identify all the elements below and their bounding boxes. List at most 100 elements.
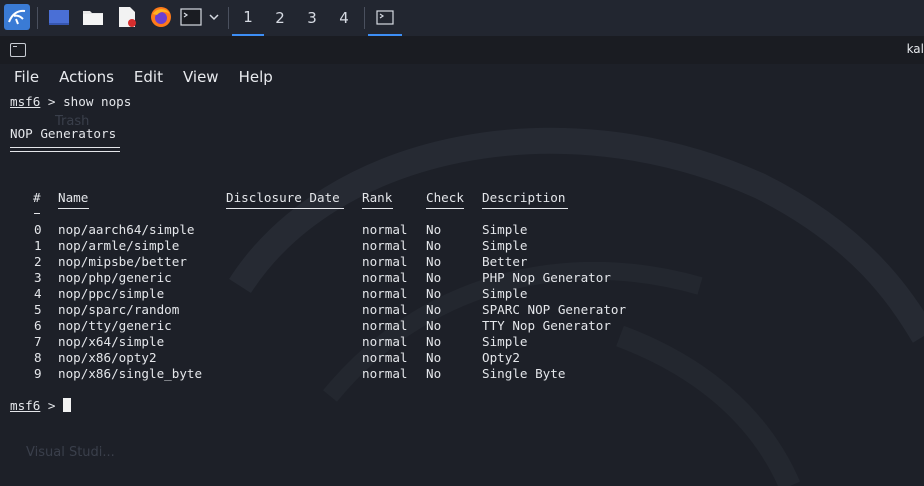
workspace-3[interactable]: 3 [296,0,328,36]
row-name: nop/ppc/simple [58,286,165,301]
row-desc: Simple [482,286,528,301]
row-desc: Better [482,254,528,269]
header-num: # [33,190,41,205]
table-row: 4 nop/ppc/simple normal No Simple [10,286,910,302]
firefox-icon[interactable] [148,0,174,34]
terminal-titlebar[interactable]: kal [0,36,924,64]
row-num: 1 [34,238,42,253]
row-num: 6 [34,318,42,333]
terminal-icon[interactable] [179,0,203,34]
row-desc: PHP Nop Generator [482,270,611,285]
row-check: No [426,350,442,365]
prompt-name: msf6 [10,398,41,413]
row-desc: Simple [482,334,528,349]
nop-table-body: 0 nop/aarch64/simple normal No Simple 1 nop/ar… [10,222,910,382]
command-line: msf6 > show nops [10,94,910,110]
menu-file[interactable]: File [14,68,39,86]
row-check: No [426,222,442,237]
menu-view[interactable]: View [183,68,219,86]
row-name: nop/armle/simple [58,238,180,253]
table-row: 3 nop/php/generic normal No PHP Nop Generato… [10,270,910,286]
row-rank: normal [362,302,408,317]
row-num: 2 [34,254,42,269]
row-check: No [426,334,442,349]
row-desc: Opty2 [482,350,520,365]
kali-menu-icon[interactable] [2,0,32,34]
row-num: 0 [34,222,42,237]
taskbar-separator [228,7,229,29]
row-check: No [426,366,442,381]
row-num: 4 [34,286,42,301]
section-title: NOP Generators [10,126,117,141]
table-row: 7 nop/x64/simple normal No Simple [10,334,910,350]
row-name: nop/x64/simple [58,334,165,349]
row-check: No [426,318,442,333]
table-row: 8 nop/x86/opty2 normal No Opty2 [10,350,910,366]
taskbar-separator [37,7,38,29]
command-text: show nops [63,94,132,109]
terminal-title-icon [10,43,26,57]
workspace-4[interactable]: 4 [328,0,360,36]
row-desc: TTY Nop Generator [482,318,611,333]
menu-bar: File Actions Edit View Help [0,64,924,90]
table-row: 2 nop/mipsbe/better normal No Better [10,254,910,270]
row-check: No [426,286,442,301]
header-check: Check [426,190,464,205]
row-check: No [426,238,442,253]
header-date: Disclosure Date [226,190,340,205]
table-row: 9 nop/x86/single_byte normal No Single Byte [10,366,910,382]
row-name: nop/tty/generic [58,318,172,333]
menu-actions[interactable]: Actions [59,68,114,86]
dash-num [34,213,40,214]
text-cursor [63,398,72,412]
dash-desc [482,208,568,209]
taskbar-separator [364,7,365,29]
prompt-symbol: > [40,398,64,413]
header-name: Name [58,190,89,205]
row-name: nop/x86/opty2 [58,350,157,365]
window-title: kal [906,42,924,56]
row-rank: normal [362,286,408,301]
text-editor-icon[interactable] [114,0,140,34]
row-desc: Simple [482,222,528,237]
dash-date [226,208,344,209]
row-rank: normal [362,318,408,333]
row-rank: normal [362,270,408,285]
row-num: 3 [34,270,42,285]
row-num: 7 [34,334,42,349]
row-rank: normal [362,366,408,381]
row-check: No [426,302,442,317]
row-name: nop/aarch64/simple [58,222,195,237]
chevron-down-icon[interactable] [205,0,223,34]
row-name: nop/sparc/random [58,302,180,317]
menu-edit[interactable]: Edit [134,68,163,86]
file-manager-icon[interactable] [80,0,106,34]
row-rank: normal [362,238,408,253]
workspace-1[interactable]: 1 [232,0,264,36]
desktop-icon[interactable] [46,0,72,34]
row-num: 9 [34,366,42,381]
dash-rank [362,208,393,209]
prompt-line[interactable]: msf6 > [10,398,910,414]
row-rank: normal [362,350,408,365]
row-check: No [426,254,442,269]
table-row: 5 nop/sparc/random normal No SPARC NOP Gener… [10,302,910,318]
desktop-vscode-label: Visual Studi... [26,445,115,460]
row-desc: SPARC NOP Generator [482,302,627,317]
terminal-output[interactable]: msf6 > show nops NOP Generators # Name D… [10,94,910,414]
table-row: 1 nop/armle/simple normal No Simple [10,238,910,254]
header-desc: Description [482,190,566,205]
prompt-name: msf6 [10,94,41,109]
row-num: 5 [34,302,42,317]
terminal-window: Trash Visual Studi... kal File Actions E… [0,36,924,486]
menu-help[interactable]: Help [239,68,273,86]
workspace-2[interactable]: 2 [264,0,296,36]
taskbar: 1 2 3 4 [0,0,924,37]
header-dashes [10,206,910,222]
row-name: nop/mipsbe/better [58,254,187,269]
terminal-window-icon[interactable] [368,0,402,36]
row-rank: normal [362,254,408,269]
row-check: No [426,270,442,285]
prompt-symbol: > [40,94,64,109]
table-row: 6 nop/tty/generic normal No TTY Nop Generato… [10,318,910,334]
